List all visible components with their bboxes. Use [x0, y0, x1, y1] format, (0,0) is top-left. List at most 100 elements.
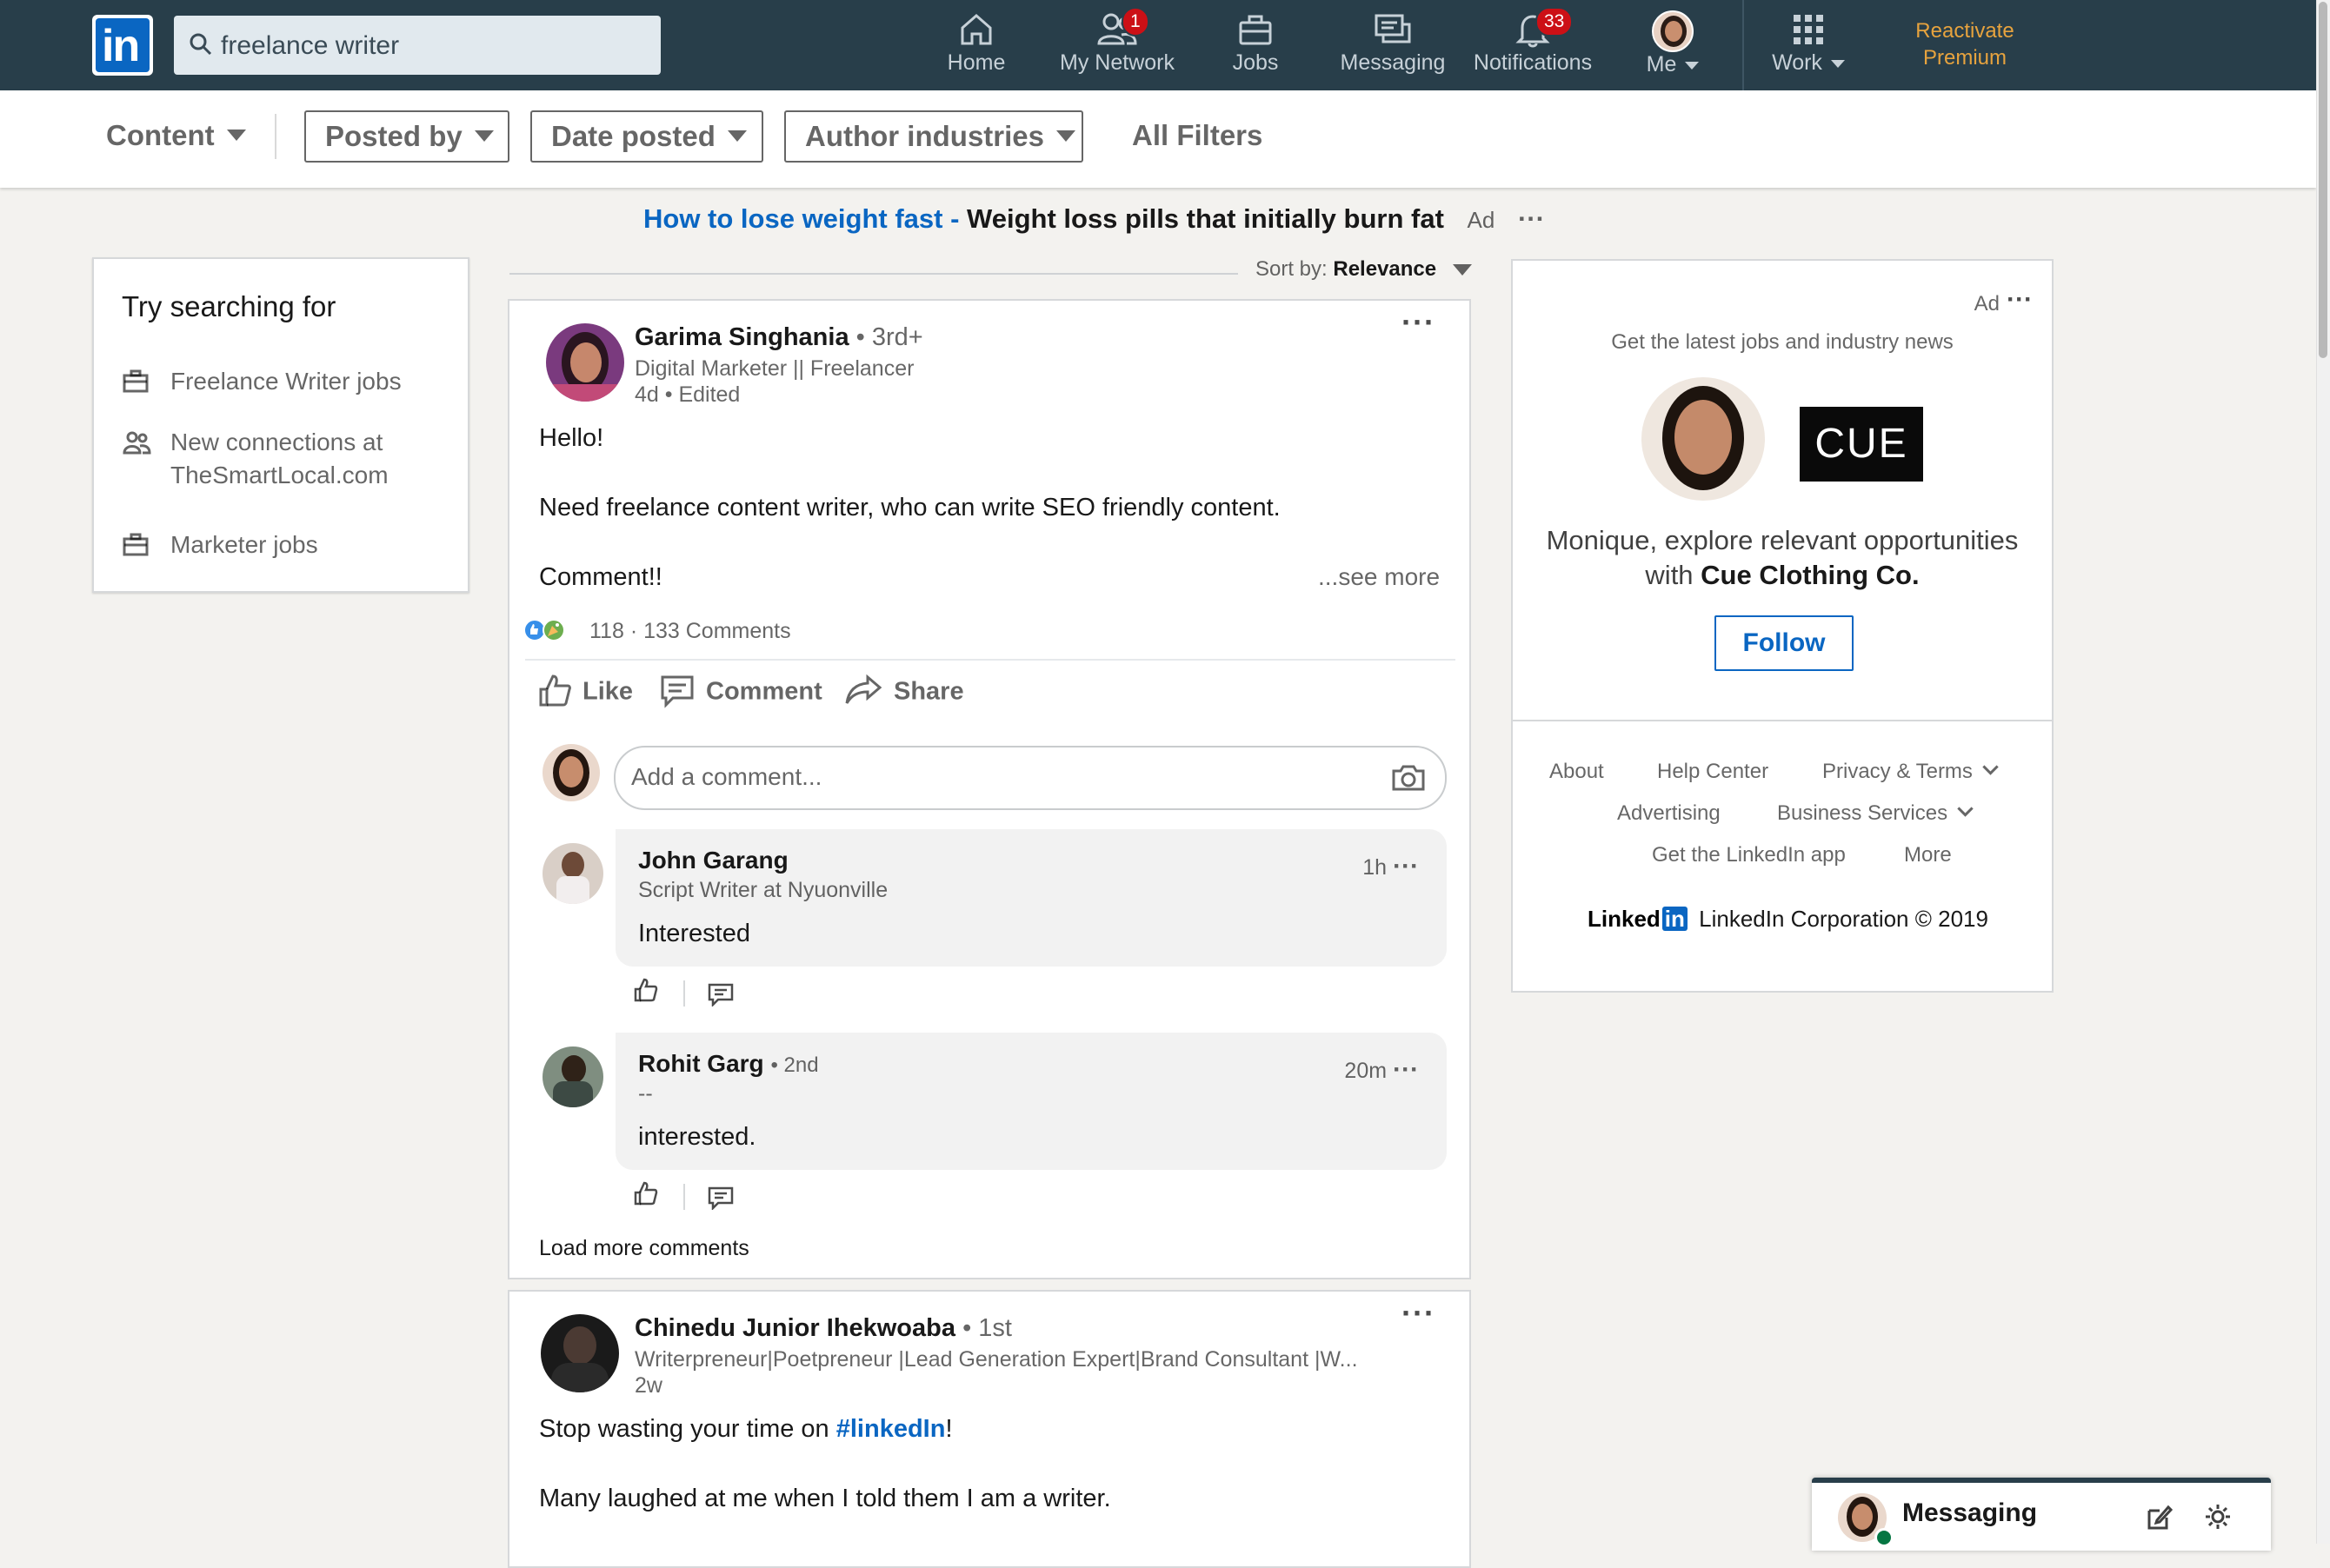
people-icon	[123, 431, 151, 455]
suggestion-new-connections[interactable]: New connections at TheSmartLocal.com	[122, 426, 457, 492]
caret-down-icon	[1452, 264, 1472, 276]
follow-company-ad-card: Ad ··· Get the latest jobs and industry …	[1511, 259, 2054, 993]
suggestion-label: Marketer jobs	[170, 531, 318, 558]
follow-button[interactable]: Follow	[1714, 615, 1854, 671]
nav-messaging[interactable]: Messaging	[1335, 10, 1450, 83]
suggestion-label-line2: TheSmartLocal.com	[170, 462, 389, 488]
comment-text: interested.	[638, 1123, 756, 1151]
home-icon	[961, 14, 992, 45]
sort-dropdown[interactable]: Sort by: Relevance	[1238, 257, 1489, 282]
commenter-avatar[interactable]	[543, 843, 603, 904]
post-options-icon[interactable]: ···	[1401, 1295, 1435, 1332]
premium-line-1: Reactivate	[1915, 19, 2014, 43]
nav-divider	[1742, 0, 1744, 90]
nav-home[interactable]: Home	[939, 10, 1014, 83]
gear-icon[interactable]	[2203, 1502, 2233, 1531]
author-avatar[interactable]	[546, 323, 624, 402]
filter-divider	[275, 114, 276, 159]
comment-action-divider	[683, 1184, 685, 1210]
comment-like-icon[interactable]	[633, 977, 659, 1003]
footer-about-link[interactable]: About	[1549, 760, 1604, 784]
nav-jobs[interactable]: Jobs	[1221, 10, 1290, 83]
search-input[interactable]: freelance writer	[174, 16, 661, 75]
chevron-down-icon	[1957, 801, 1974, 817]
footer-advertising-link[interactable]: Advertising	[1617, 801, 1721, 826]
all-filters-label: All Filters	[1132, 119, 1263, 151]
suggestion-marketer-jobs[interactable]: Marketer jobs	[122, 528, 457, 561]
chevron-down-icon	[1982, 759, 1999, 775]
footer-privacy-dropdown[interactable]: Privacy & Terms	[1822, 759, 1999, 784]
ad-message-with: with	[1645, 560, 1701, 590]
suggestion-freelance-writer-jobs[interactable]: Freelance Writer jobs	[122, 365, 457, 398]
comment-options-icon[interactable]: ···	[1393, 852, 1419, 880]
post-card: Garima Singhania • 3rd+ Digital Marketer…	[508, 299, 1471, 1279]
commenter-name[interactable]: Rohit Garg	[638, 1050, 764, 1077]
comment-reply-icon[interactable]	[708, 982, 734, 1007]
footer-app-link[interactable]: Get the LinkedIn app	[1652, 843, 1846, 867]
load-more-comments-button[interactable]: Load more comments	[539, 1236, 749, 1261]
member-avatar	[1641, 377, 1765, 501]
ad-text: Weight loss pills that initially burn fa…	[967, 203, 1444, 234]
reaction-count[interactable]: 118	[589, 619, 624, 643]
comment-reply-icon[interactable]	[708, 1186, 734, 1210]
reactivate-premium-link[interactable]: Reactivate Premium	[1895, 17, 2034, 71]
footer-privacy-label: Privacy & Terms	[1822, 760, 1973, 783]
nav-home-label: Home	[947, 50, 1006, 75]
compose-icon[interactable]	[2146, 1504, 2174, 1531]
footer-business-label: Business Services	[1777, 801, 1948, 825]
nav-me[interactable]: Me	[1634, 10, 1711, 83]
hashtag-link[interactable]: #linkedIn	[836, 1415, 946, 1443]
content-filter[interactable]: Content	[106, 110, 246, 163]
share-button[interactable]: Share	[843, 674, 964, 711]
company-logo-text: CUE	[1814, 421, 1908, 467]
nav-notifications-label: Notifications	[1473, 50, 1593, 75]
footer-help-link[interactable]: Help Center	[1657, 760, 1768, 784]
commenter-name[interactable]: John Garang	[638, 847, 789, 874]
nav-work[interactable]: Work	[1765, 10, 1852, 83]
author-industries-filter[interactable]: Author industries	[784, 110, 1083, 163]
caret-down-icon	[474, 130, 494, 142]
add-comment-input[interactable]: Add a comment...	[614, 746, 1447, 810]
nav-jobs-label: Jobs	[1232, 50, 1279, 75]
scrollbar-thumb[interactable]	[2319, 2, 2327, 358]
author-name[interactable]: Chinedu Junior Ihekwoaba	[635, 1314, 955, 1342]
commenter-headline: --	[638, 1081, 653, 1106]
comment-label: Comment	[706, 677, 822, 706]
see-more-link[interactable]: ...see more	[1318, 563, 1440, 591]
caret-down-icon	[226, 129, 246, 141]
comment-options-icon[interactable]: ···	[1393, 1055, 1419, 1084]
company-logo[interactable]: CUE	[1800, 407, 1923, 482]
camera-icon[interactable]	[1391, 763, 1426, 793]
commenter-avatar[interactable]	[543, 1046, 603, 1107]
post-text-line: Need freelance content writer, who can w…	[539, 494, 1281, 522]
like-button[interactable]: Like	[537, 674, 633, 711]
comment-like-icon[interactable]	[633, 1180, 659, 1206]
author-name[interactable]: Garima Singhania	[635, 323, 849, 351]
ad-more-icon[interactable]: ···	[1518, 203, 1545, 234]
linkedin-logo-icon[interactable]: in	[92, 15, 153, 76]
try-searching-title: Try searching for	[122, 290, 336, 322]
nav-me-label: Me	[1646, 52, 1677, 76]
author-headline: Digital Marketer || Freelancer	[635, 356, 915, 381]
post-options-icon[interactable]: ···	[1401, 304, 1435, 341]
ad-options-icon[interactable]: ···	[2007, 285, 2033, 315]
messaging-icon	[1375, 14, 1411, 43]
like-label: Like	[582, 677, 634, 706]
footer-more-link[interactable]: More	[1904, 843, 1952, 867]
footer-business-dropdown[interactable]: Business Services	[1777, 801, 1974, 826]
all-filters-button[interactable]: All Filters	[1132, 110, 1262, 163]
text-ad-banner[interactable]: How to lose weight fast - Weight loss pi…	[643, 203, 1545, 235]
date-posted-filter[interactable]: Date posted	[530, 110, 763, 163]
comment-button[interactable]: Comment	[659, 674, 822, 711]
messaging-overlay-bar[interactable]: Messaging	[1812, 1478, 2271, 1551]
reaction-icons[interactable]	[523, 619, 569, 643]
comment-time: 1h	[1362, 855, 1388, 880]
posted-by-filter[interactable]: Posted by	[304, 110, 509, 163]
ad-link[interactable]: How to lose weight fast -	[643, 203, 959, 234]
author-avatar[interactable]	[541, 1314, 619, 1392]
nav-notifications[interactable]: Notifications 33	[1469, 7, 1596, 83]
author-industries-label: Author industries	[805, 120, 1045, 152]
comments-count[interactable]: · 133 Comments	[630, 619, 791, 643]
post-text-prefix: Stop wasting your time on	[539, 1415, 836, 1443]
nav-my-network[interactable]: My Network 1	[1052, 7, 1182, 83]
